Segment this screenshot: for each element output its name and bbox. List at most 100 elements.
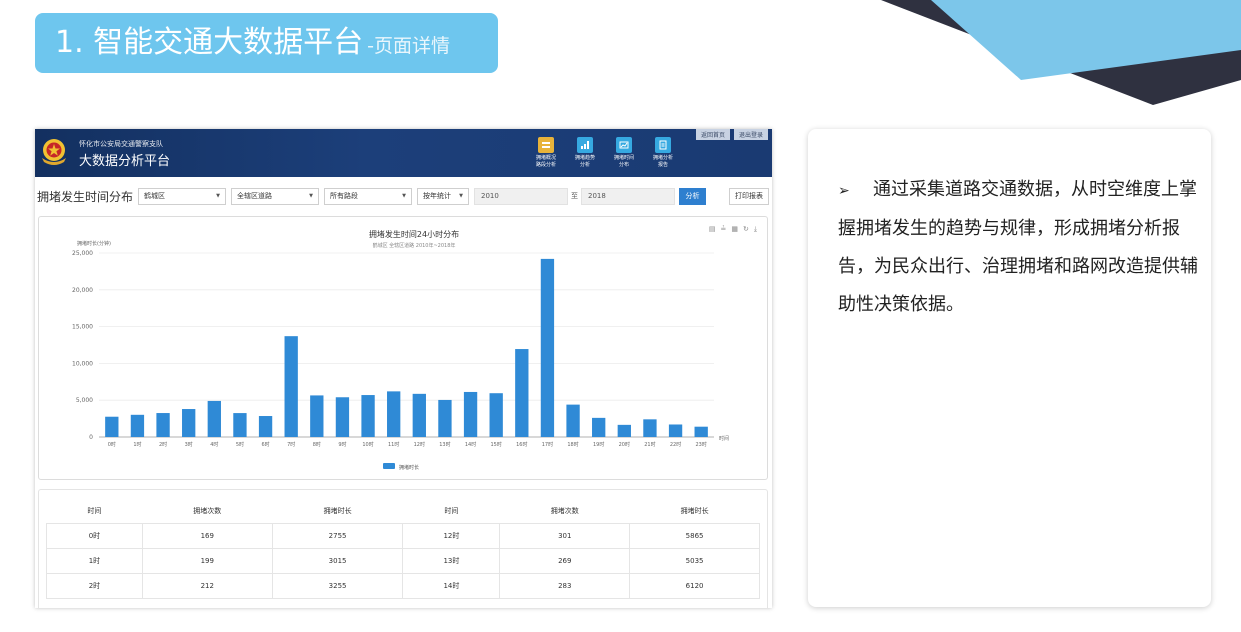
- x-tick-label: 3时: [185, 441, 193, 448]
- y-axis-label: 拥堵时长(分钟): [77, 240, 111, 247]
- slide-subtitle: -页面详情: [367, 35, 451, 57]
- app-screenshot: 怀化市公安局交通警察支队 大数据分析平台 返回首页 退出登录 拥堵概况 路段分析…: [35, 129, 772, 608]
- nav-label-line1: 拥堵时间: [613, 155, 634, 161]
- x-tick-label: 17时: [542, 441, 553, 448]
- print-report-button[interactable]: 打印报表: [729, 187, 769, 205]
- x-tick-label: 4时: [210, 441, 218, 448]
- report-icon: [655, 137, 671, 153]
- chart-toolbox: ▤ ≟ ▦ ↻ ⤓: [709, 225, 757, 234]
- nav-congestion-overview[interactable]: 拥堵概况 路段分析: [531, 135, 561, 169]
- table-header: 时间: [87, 507, 102, 516]
- table-header: 拥堵时长: [680, 507, 709, 516]
- bar: [463, 391, 478, 437]
- table-cell: 169: [141, 522, 273, 549]
- description-card: ➢ 通过采集道路交通数据，从时空维度上掌握拥堵发生的趋势与规律，形成拥堵分析报告，…: [808, 129, 1211, 607]
- police-emblem-icon: [42, 139, 66, 165]
- platform-name: 大数据分析平台: [79, 154, 171, 169]
- table-cell: 301: [499, 522, 631, 549]
- bar: [412, 393, 426, 437]
- table-row: 0时 169 2755 12时 301 5865: [46, 522, 760, 549]
- nav-congestion-trend[interactable]: 拥堵趋势 分析: [570, 135, 600, 169]
- bar: [284, 336, 298, 437]
- clock-chart-icon: [616, 137, 632, 153]
- segment-select[interactable]: 所有路段 ▼: [324, 187, 413, 205]
- table-header: 拥堵次数: [550, 507, 579, 516]
- x-tick-label: 5时: [236, 441, 244, 448]
- slide-title-banner: 1. 智能交通大数据平台 -页面详情: [35, 13, 498, 73]
- y-tick-label: 25,000: [72, 250, 93, 257]
- x-tick-label: 9时: [338, 441, 346, 448]
- x-tick-label: 12时: [414, 441, 425, 448]
- filter-bar: 拥堵发生时间分布 鹤城区 ▼ 全辖区道路 ▼ 所有路段 ▼ 按年统计 ▼ 201…: [35, 186, 772, 206]
- table-cell: 3015: [271, 547, 404, 574]
- road-scope-value: 全辖区道路: [237, 192, 273, 200]
- year-from-input[interactable]: 2010: [474, 187, 569, 205]
- bar-chart-icon: [577, 137, 593, 153]
- x-tick-label: 11时: [388, 441, 399, 448]
- home-link[interactable]: 返回首页: [695, 129, 730, 140]
- logout-link[interactable]: 退出登录: [733, 129, 768, 140]
- nav-label-line1: 拥堵分析: [652, 155, 673, 161]
- bar: [515, 349, 529, 437]
- bar: [592, 417, 606, 437]
- x-tick-label: 7时: [287, 441, 295, 448]
- description-text: ➢ 通过采集道路交通数据，从时空维度上掌握拥堵发生的趋势与规律，形成拥堵分析报告，…: [838, 171, 1198, 324]
- nav-congestion-report[interactable]: 拥堵分析 报告: [648, 135, 678, 169]
- x-tick-label: 15时: [491, 441, 502, 448]
- bar: [335, 397, 350, 437]
- line-switch-icon[interactable]: ≟: [721, 225, 727, 234]
- y-tick-label: 15,000: [72, 324, 93, 331]
- bar: [540, 258, 555, 437]
- stat-mode-select[interactable]: 按年统计 ▼: [417, 187, 470, 205]
- bar: [233, 413, 247, 437]
- nav-congestion-time[interactable]: 拥堵时间 分布: [609, 135, 639, 169]
- table-cell: 13时: [402, 547, 501, 574]
- table-header: 拥堵次数: [193, 507, 222, 516]
- bar: [156, 413, 170, 437]
- y-tick-label: 5,000: [76, 397, 93, 404]
- x-tick-label: 21时: [644, 441, 655, 448]
- bar: [617, 424, 631, 437]
- bar: [438, 399, 452, 437]
- data-table: 时间 拥堵次数 拥堵时长 时间 拥堵次数 拥堵时长 0时 169 2755 12…: [46, 500, 760, 599]
- bar: [361, 395, 375, 437]
- nav-label-line1: 拥堵趋势: [574, 155, 595, 161]
- table-cell: 0时: [46, 522, 143, 549]
- bullet-arrow-icon: ➢: [838, 183, 850, 199]
- year-separator: 至: [571, 192, 579, 200]
- x-tick-label: 14时: [465, 441, 476, 448]
- year-to-input[interactable]: 2018: [581, 187, 676, 205]
- district-select[interactable]: 鹤城区 ▼: [138, 187, 227, 205]
- x-tick-label: 20时: [619, 441, 630, 448]
- x-tick-label: 22时: [670, 441, 681, 448]
- x-tick-label: 8时: [313, 441, 321, 448]
- table-cell: 5865: [629, 522, 760, 549]
- download-icon[interactable]: ⤓: [754, 225, 757, 234]
- refresh-icon[interactable]: ↻: [743, 225, 749, 234]
- x-tick-label: 16时: [516, 441, 527, 448]
- chart-title: 拥堵发生时间24小时分布: [369, 229, 459, 239]
- corner-decoration: [881, 0, 1241, 105]
- table-cell: 14时: [402, 572, 501, 599]
- road-scope-select[interactable]: 全辖区道路 ▼: [231, 187, 320, 205]
- table-cell: 6120: [629, 572, 760, 599]
- bar-switch-icon[interactable]: ▦: [731, 225, 738, 234]
- x-axis-label: 时间: [719, 435, 729, 442]
- bar-chart: 拥堵发生时间24小时分布鹤城区 全辖区道路 2010年~2018年 拥堵时长(分钟…: [72, 229, 729, 471]
- analyze-button[interactable]: 分析: [679, 187, 707, 205]
- segment-value: 所有路段: [330, 192, 359, 200]
- nav-label-line2: 路段分析: [535, 162, 556, 168]
- data-view-icon[interactable]: ▤: [709, 225, 716, 234]
- nav-label-line1: 拥堵概况: [535, 155, 556, 161]
- legend-swatch: [383, 463, 395, 469]
- data-table-panel: 时间 拥堵次数 拥堵时长 时间 拥堵次数 拥堵时长 0时 169 2755 12…: [38, 489, 768, 608]
- x-tick-label: 6时: [261, 441, 269, 448]
- table-header: 拥堵时长: [323, 507, 352, 516]
- app-header: 怀化市公安局交通警察支队 大数据分析平台 返回首页 退出登录 拥堵概况 路段分析…: [35, 129, 772, 177]
- chevron-down-icon: ▼: [402, 193, 407, 199]
- table-row: 1时 199 3015 13时 269 5035: [46, 547, 760, 574]
- x-tick-label: 1时: [133, 441, 141, 448]
- x-tick-label: 2时: [159, 441, 167, 448]
- nav-label-line2: 分布: [618, 162, 629, 168]
- slide-title: 1. 智能交通大数据平台: [55, 25, 364, 60]
